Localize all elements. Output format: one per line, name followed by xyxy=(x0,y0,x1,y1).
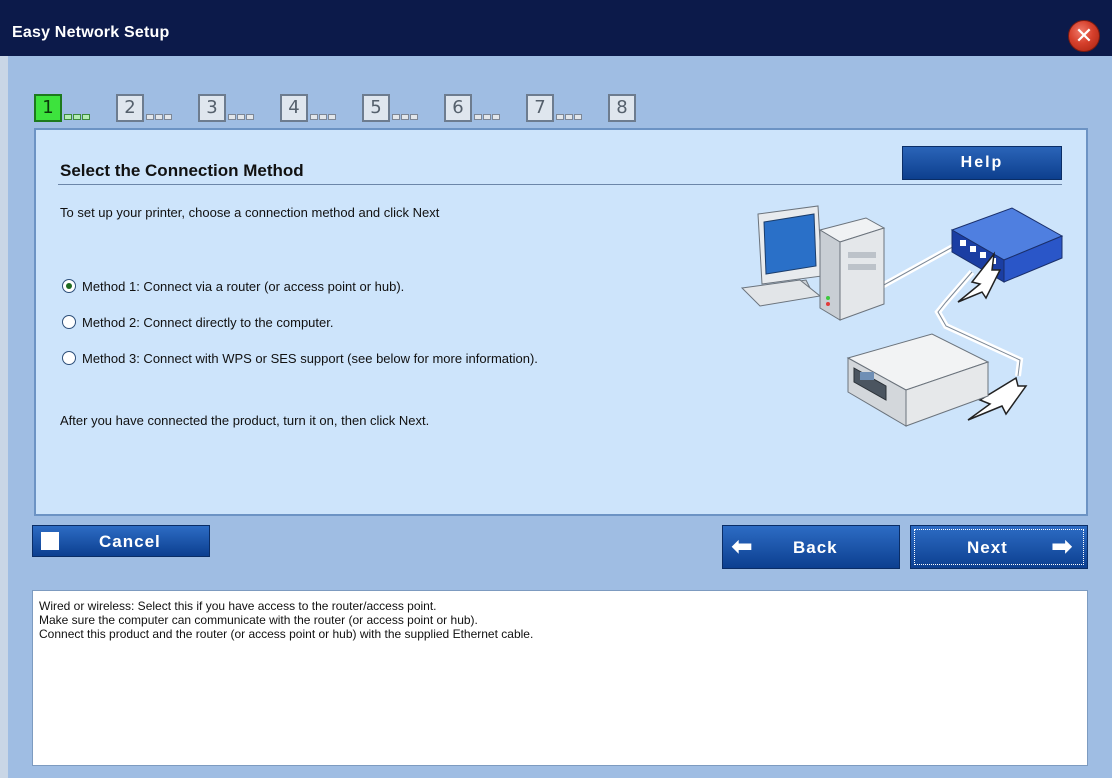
page-title: Select the Connection Method xyxy=(60,161,304,180)
description-line: Wired or wireless: Select this if you ha… xyxy=(39,599,437,613)
method-2-option[interactable]: Method 2: Connect directly to the comput… xyxy=(62,312,333,332)
step-5: 5 xyxy=(362,94,440,128)
computer-tower-icon xyxy=(818,217,886,321)
close-icon[interactable]: ✕ xyxy=(1068,20,1100,52)
instruction-text: To set up your printer, choose a connect… xyxy=(60,205,440,220)
method-3-radio[interactable] xyxy=(62,351,76,365)
router-icon xyxy=(950,207,1064,283)
method-1-label: Method 1: Connect via a router (or acces… xyxy=(82,278,405,294)
next-button[interactable]: Next ➡ xyxy=(910,525,1088,569)
method-3-option[interactable]: Method 3: Connect with WPS or SES suppor… xyxy=(62,348,538,368)
help-button[interactable]: Help xyxy=(902,146,1062,180)
cancel-button[interactable]: Cancel xyxy=(32,525,210,557)
step-progress-dots xyxy=(228,114,254,120)
step-number: 2 xyxy=(116,94,144,122)
title-divider xyxy=(58,184,1062,185)
method-1-radio[interactable] xyxy=(62,279,76,293)
step-number: 1 xyxy=(34,94,62,122)
step-progress-dots xyxy=(64,114,90,120)
computer-monitor-icon xyxy=(740,205,823,307)
stop-icon xyxy=(41,532,59,550)
step-2: 2 xyxy=(116,94,194,128)
back-button-label: Back xyxy=(793,538,838,557)
window-title: Easy Network Setup xyxy=(12,24,170,41)
cancel-button-label: Cancel xyxy=(99,532,161,551)
method-1-option[interactable]: Method 1: Connect via a router (or acces… xyxy=(62,276,404,296)
step-number: 6 xyxy=(444,94,472,122)
step-progress-dots xyxy=(310,114,336,120)
next-arrow-icon: ➡ xyxy=(1051,532,1074,562)
step-progress-dots xyxy=(392,114,418,120)
step-number: 4 xyxy=(280,94,308,122)
step-7: 7 xyxy=(526,94,604,128)
description-line: Connect this product and the router (or … xyxy=(39,627,534,641)
next-button-label: Next xyxy=(967,538,1008,557)
window-edge xyxy=(0,56,8,778)
method-3-label: Method 3: Connect with WPS or SES suppor… xyxy=(82,350,538,366)
back-arrow-icon: ⬅ xyxy=(731,532,754,562)
step-number: 8 xyxy=(608,94,636,122)
step-progress-dots xyxy=(474,114,500,120)
printer-icon xyxy=(846,333,990,427)
router-connection-illustration xyxy=(740,205,1064,427)
step-1: 1 xyxy=(34,94,112,128)
step-number: 5 xyxy=(362,94,390,122)
method-2-label: Method 2: Connect directly to the comput… xyxy=(82,314,334,330)
description-line: Make sure the computer can communicate w… xyxy=(39,613,478,627)
step-8: 8 xyxy=(608,94,686,128)
step-progress-dots xyxy=(146,114,172,120)
step-4: 4 xyxy=(280,94,358,128)
step-number: 3 xyxy=(198,94,226,122)
title-bar: Easy Network Setup ✕ xyxy=(0,0,1112,56)
description-box: Wired or wireless: Select this if you ha… xyxy=(32,590,1088,766)
after-connect-text: After you have connected the product, tu… xyxy=(60,413,430,428)
step-number: 7 xyxy=(526,94,554,122)
step-3: 3 xyxy=(198,94,276,128)
back-button[interactable]: ⬅ Back xyxy=(722,525,900,569)
method-2-radio[interactable] xyxy=(62,315,76,329)
step-6: 6 xyxy=(444,94,522,128)
step-progress-dots xyxy=(556,114,582,120)
main-panel: Select the Connection Method Help To set… xyxy=(34,128,1088,516)
